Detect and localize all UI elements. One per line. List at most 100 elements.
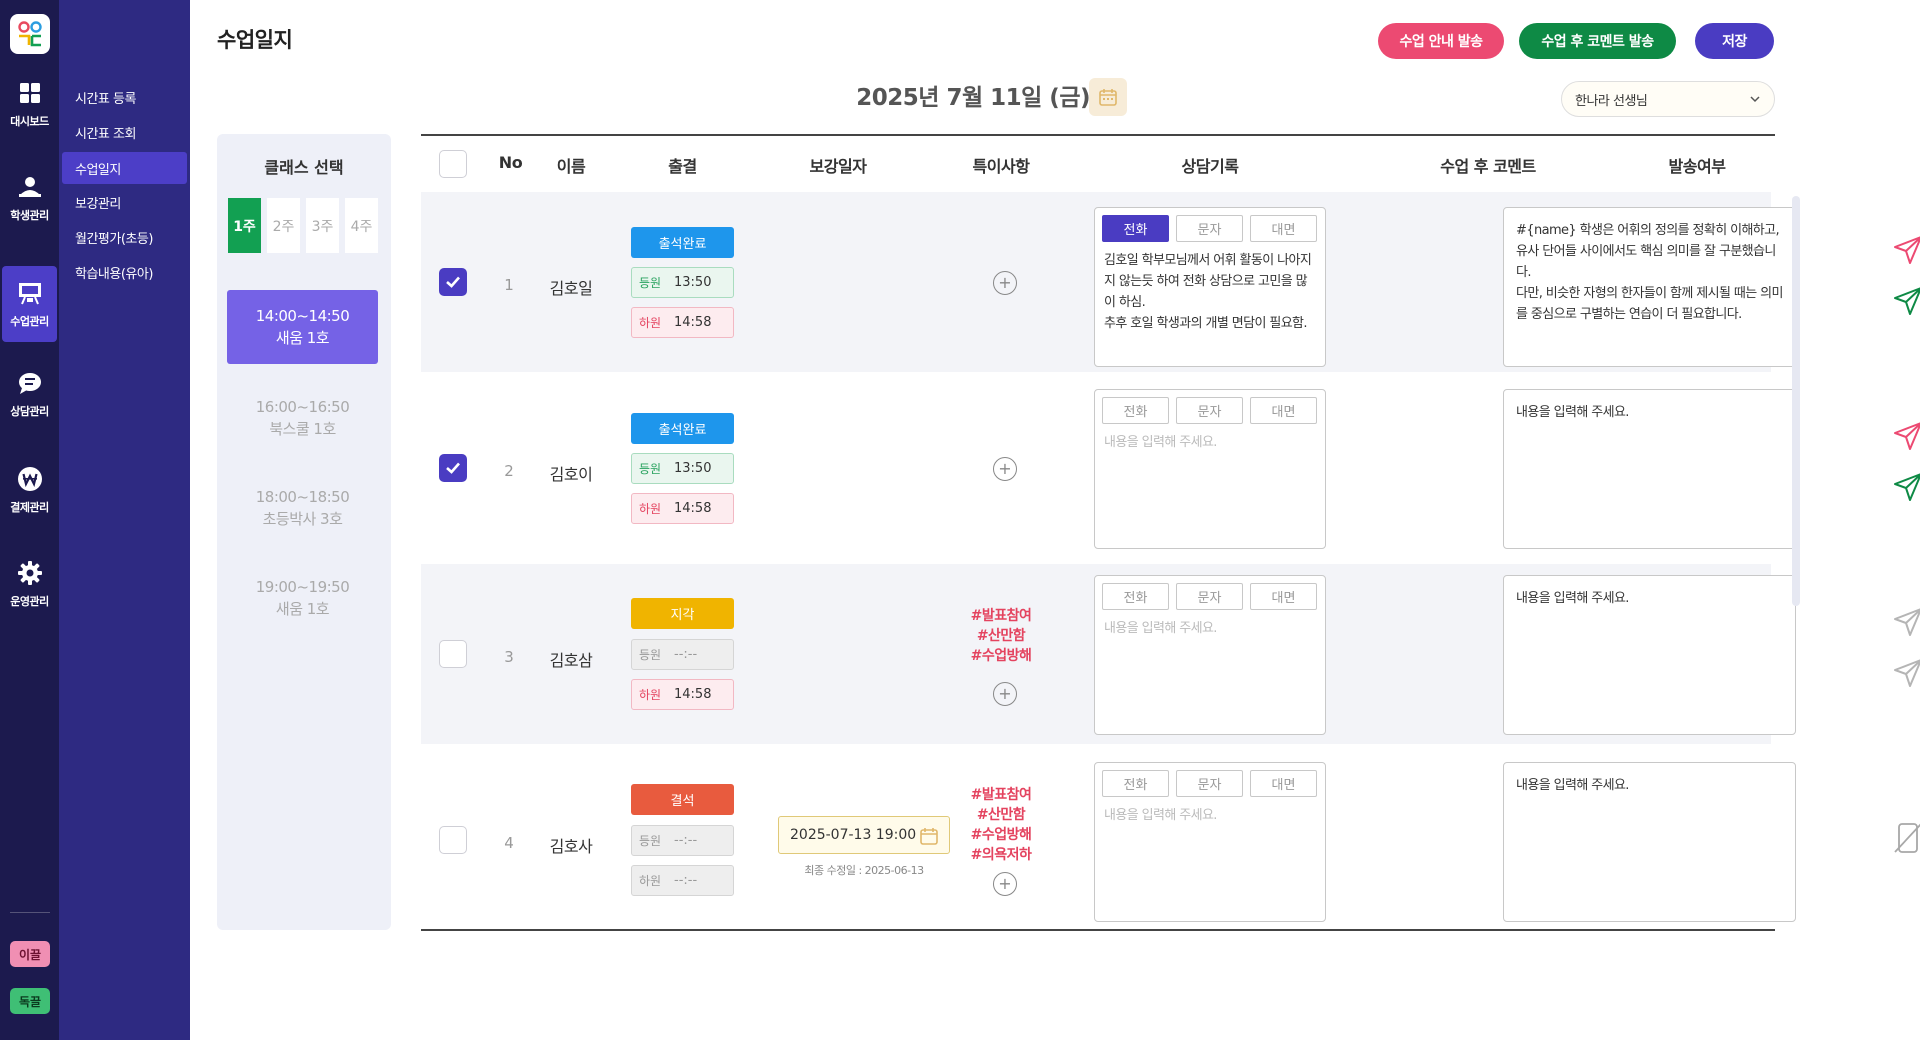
class-slot[interactable]: 18:00~18:50 초등박사 3호 bbox=[227, 471, 378, 545]
consult-tab-inperson[interactable]: 대면 bbox=[1250, 397, 1317, 424]
add-note-button[interactable]: + bbox=[993, 682, 1017, 706]
attendance-status-button[interactable]: 지각 bbox=[631, 598, 734, 629]
checkin-time[interactable]: 등원 --:-- bbox=[631, 639, 734, 670]
badge-ikkeul[interactable]: 이끌 bbox=[10, 941, 50, 967]
consult-tab-inperson[interactable]: 대면 bbox=[1250, 215, 1317, 242]
submenu-makeup[interactable]: 보강관리 bbox=[62, 186, 187, 218]
col-header-comment: 수업 후 코멘트 bbox=[1440, 157, 1536, 176]
person-icon bbox=[16, 173, 44, 201]
class-board-icon bbox=[16, 279, 44, 307]
badge-dokkeul[interactable]: 독끌 bbox=[10, 988, 50, 1014]
rail-item-dashboard[interactable]: 대시보드 bbox=[2, 66, 57, 142]
checkout-label: 하원 bbox=[638, 874, 662, 888]
add-note-button[interactable]: + bbox=[993, 457, 1017, 481]
rail-item-students[interactable]: 학생관리 bbox=[2, 160, 57, 236]
consult-record-text[interactable]: 김호일 학부모님께서 어휘 활동이 나아지지 않는듯 하여 전화 상담으로 고민… bbox=[1104, 250, 1318, 334]
checkin-value: 13:50 bbox=[674, 275, 712, 290]
add-note-button[interactable]: + bbox=[993, 271, 1017, 295]
note-tag: #수업방해 bbox=[970, 648, 1032, 664]
comment-box[interactable]: 내용을 입력해 주세요. bbox=[1503, 575, 1796, 735]
consult-record-input[interactable]: 내용을 입력해 주세요. bbox=[1104, 618, 1318, 639]
consult-tab-text[interactable]: 문자 bbox=[1176, 770, 1243, 797]
week-tab-4[interactable]: 4주 bbox=[345, 198, 378, 253]
checkout-time[interactable]: 하원 14:58 bbox=[631, 307, 734, 338]
attendance-status-button[interactable]: 결석 bbox=[631, 784, 734, 815]
rail-label: 대시보드 bbox=[10, 115, 49, 128]
class-slot[interactable]: 19:00~19:50 새움 1호 bbox=[227, 561, 378, 635]
table-scrollbar[interactable] bbox=[1792, 196, 1800, 606]
week-tab-2[interactable]: 2주 bbox=[267, 198, 300, 253]
week-tab-3[interactable]: 3주 bbox=[306, 198, 339, 253]
rail-label: 학생관리 bbox=[10, 209, 49, 222]
send-comment-button[interactable]: 수업 후 코멘트 발송 bbox=[1519, 23, 1676, 59]
checkin-time[interactable]: 등원 --:-- bbox=[631, 825, 734, 856]
send-comment-icon[interactable] bbox=[1890, 655, 1920, 691]
attendance-status-button[interactable]: 출석완료 bbox=[631, 227, 734, 258]
note-tag: #수업방해 bbox=[970, 827, 1032, 843]
rail-item-classes[interactable]: 수업관리 bbox=[2, 266, 57, 342]
comment-box[interactable]: 내용을 입력해 주세요. bbox=[1503, 762, 1796, 922]
checkin-time[interactable]: 등원 13:50 bbox=[631, 267, 734, 298]
calendar-icon bbox=[920, 828, 938, 845]
consult-record-input[interactable]: 내용을 입력해 주세요. bbox=[1104, 432, 1318, 453]
comment-box[interactable]: #{name} 학생은 어휘의 정의를 정확히 이해하고, 유사 단어들 사이에… bbox=[1503, 207, 1796, 367]
select-all-checkbox[interactable] bbox=[439, 150, 467, 178]
checkout-value: 14:58 bbox=[674, 315, 712, 330]
week-tab-1[interactable]: 1주 bbox=[228, 198, 261, 253]
submenu-timetable-register[interactable]: 시간표 등록 bbox=[62, 81, 187, 113]
row-checkbox[interactable] bbox=[439, 454, 467, 482]
dashboard-icon bbox=[16, 79, 44, 107]
submenu-learning-content[interactable]: 학습내용(유아) bbox=[62, 256, 187, 288]
rail-item-consult[interactable]: 상담관리 bbox=[2, 356, 57, 432]
attendance-status-button[interactable]: 출석완료 bbox=[631, 413, 734, 444]
row-checkbox[interactable] bbox=[439, 268, 467, 296]
consult-tab-text[interactable]: 문자 bbox=[1176, 583, 1243, 610]
class-slot[interactable]: 14:00~14:50 새움 1호 bbox=[227, 290, 378, 364]
app-logo[interactable] bbox=[10, 14, 50, 54]
consult-tab-text[interactable]: 문자 bbox=[1176, 397, 1243, 424]
teacher-select[interactable]: 한나라 선생님 bbox=[1561, 81, 1775, 117]
submenu-timetable-view[interactable]: 시간표 조회 bbox=[62, 116, 187, 148]
add-note-button[interactable]: + bbox=[993, 872, 1017, 896]
consult-tab-phone[interactable]: 전화 bbox=[1102, 583, 1169, 610]
send-comment-icon[interactable] bbox=[1890, 283, 1920, 319]
consult-record-input[interactable]: 내용을 입력해 주세요. bbox=[1104, 805, 1318, 826]
consult-tab-phone[interactable]: 전화 bbox=[1102, 215, 1169, 242]
teacher-select-value: 한나라 선생님 bbox=[1575, 93, 1648, 109]
checkout-time[interactable]: 하원 14:58 bbox=[631, 679, 734, 710]
send-notice-icon[interactable] bbox=[1890, 418, 1920, 454]
save-button[interactable]: 저장 bbox=[1695, 23, 1774, 59]
checkout-label: 하원 bbox=[638, 502, 662, 516]
note-tag: #발표참여 bbox=[970, 787, 1032, 803]
checkin-label: 등원 bbox=[638, 276, 662, 290]
calendar-icon bbox=[1099, 89, 1117, 106]
checkout-time[interactable]: 하원 --:-- bbox=[631, 865, 734, 896]
consult-tab-inperson[interactable]: 대면 bbox=[1250, 770, 1317, 797]
rail-item-operations[interactable]: 운영관리 bbox=[2, 546, 57, 622]
comment-box[interactable]: 내용을 입력해 주세요. bbox=[1503, 389, 1796, 549]
send-notice-icon[interactable] bbox=[1890, 604, 1920, 640]
rail-item-payment[interactable]: 결제관리 bbox=[2, 452, 57, 528]
row-number: 2 bbox=[504, 462, 514, 480]
send-notice-icon[interactable] bbox=[1890, 232, 1920, 268]
checkout-time[interactable]: 하원 14:58 bbox=[631, 493, 734, 524]
date-picker-button[interactable] bbox=[1089, 78, 1127, 116]
consult-tab-text[interactable]: 문자 bbox=[1176, 215, 1243, 242]
checkin-time[interactable]: 등원 13:50 bbox=[631, 453, 734, 484]
submenu-monthly-eval[interactable]: 월간평가(초등) bbox=[62, 221, 187, 253]
consult-tab-inperson[interactable]: 대면 bbox=[1250, 583, 1317, 610]
class-slot[interactable]: 16:00~16:50 북스쿨 1호 bbox=[227, 381, 378, 455]
class-slot-room: 북스쿨 1호 bbox=[269, 420, 336, 438]
row-checkbox[interactable] bbox=[439, 640, 467, 668]
note-tag: #산만함 bbox=[976, 807, 1026, 823]
consult-record-box: 전화 문자 대면 내용을 입력해 주세요. bbox=[1094, 389, 1326, 549]
consult-tab-phone[interactable]: 전화 bbox=[1102, 397, 1169, 424]
makeup-last-modified: 최종 수정일 : 2025-06-13 bbox=[804, 864, 924, 877]
consult-tab-phone[interactable]: 전화 bbox=[1102, 770, 1169, 797]
class-slot-time: 16:00~16:50 bbox=[255, 398, 350, 416]
row-checkbox[interactable] bbox=[439, 826, 467, 854]
submenu-class-log[interactable]: 수업일지 bbox=[62, 152, 187, 184]
makeup-date-field[interactable]: 2025-07-13 19:00 bbox=[778, 816, 950, 854]
send-comment-icon[interactable] bbox=[1890, 469, 1920, 505]
send-class-notice-button[interactable]: 수업 안내 발송 bbox=[1378, 23, 1504, 59]
